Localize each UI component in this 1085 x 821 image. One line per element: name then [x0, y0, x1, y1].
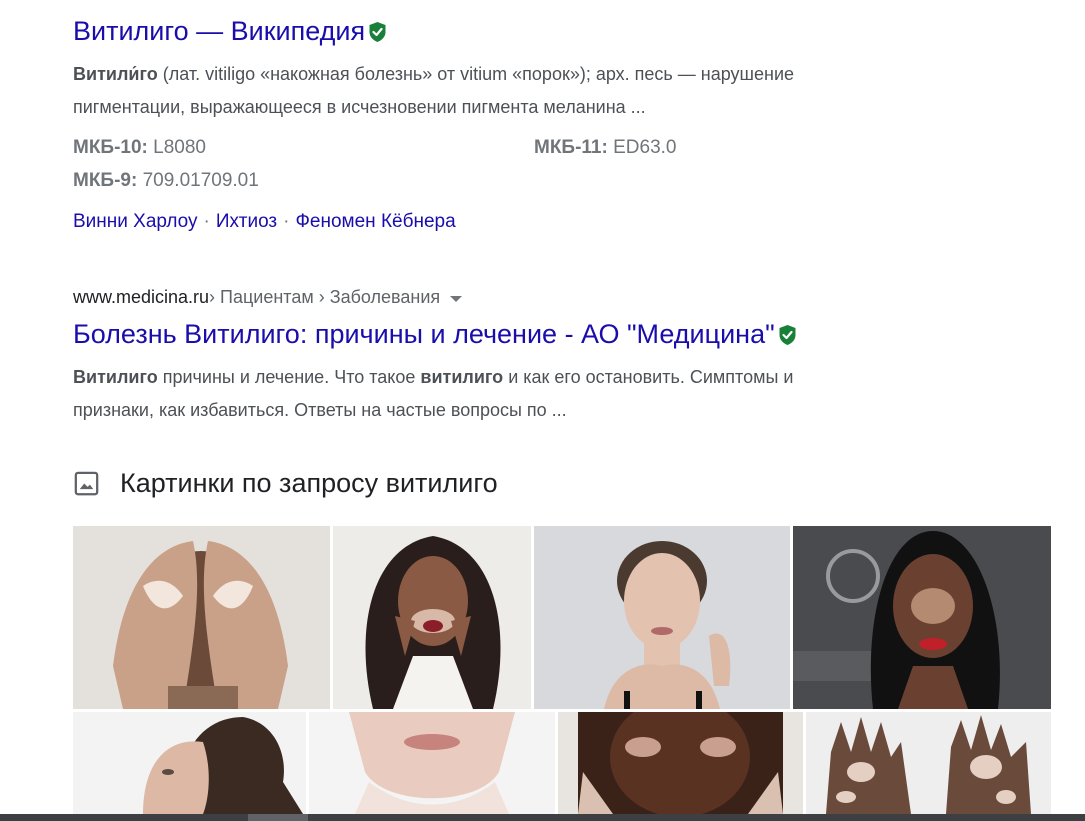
image-thumbnail [793, 526, 1051, 709]
verified-shield-icon [779, 324, 796, 345]
fact-value: ED63.0 [607, 137, 677, 158]
image-woman-ponytail[interactable] [73, 712, 306, 814]
image-lips-closeup[interactable] [309, 712, 555, 814]
images-header-text: Картинки по запросу витилиго [120, 468, 498, 498]
wiki-result-title[interactable]: Витилиго — Википедия [73, 16, 388, 47]
medicina-result-title[interactable]: Болезнь Витилиго: причины и лечение - АО… [73, 319, 798, 350]
fact-value: L8080 [147, 137, 206, 158]
breadcrumb-domain: www.medicina.ru [73, 287, 210, 307]
image-thumbnail [333, 526, 531, 709]
breadcrumb-path: › Пациентам › Заболевания [209, 287, 441, 307]
image-hands-over-face[interactable] [73, 526, 330, 709]
fact-icd9: МКБ-9: 709.01709.01 [73, 170, 259, 192]
snippet-bold-term: Витили́го [73, 64, 158, 84]
medicina-title-text: Болезнь Витилиго: причины и лечение - АО… [73, 319, 775, 349]
image-woman-dark-hair[interactable] [333, 526, 531, 709]
fact-label: МКБ-10: [73, 137, 148, 158]
sitelink-separator: · [203, 211, 210, 232]
scrollbar-thumb[interactable] [248, 814, 308, 821]
image-icon [74, 471, 99, 496]
image-thumbnail [309, 712, 555, 814]
medicina-snippet: Витилиго причины и лечение. Что такое ви… [73, 361, 1063, 427]
horizontal-scrollbar[interactable] [0, 814, 1085, 821]
image-thumbnail [806, 712, 1051, 814]
image-hands-spots[interactable] [806, 712, 1051, 814]
fact-value: 709.01709.01 [137, 170, 259, 191]
wiki-snippet: Витили́го (лат. vitiligo «накожная болез… [73, 58, 1063, 124]
image-woman-festival[interactable] [793, 526, 1051, 709]
snippet-text: и как его остановить. Симптомы и [503, 367, 794, 387]
images-header[interactable]: Картинки по запросу витилиго [73, 468, 498, 499]
image-woman-short-hair[interactable] [534, 526, 790, 709]
snippet-bold-term: витилиго [420, 367, 504, 387]
chevron-down-icon[interactable] [450, 295, 463, 302]
snippet-line2: пигментации, выражающееся в исчезновении… [73, 97, 646, 117]
snippet-line2: признаки, как избавиться. Ответы на част… [73, 400, 567, 420]
snippet-text: причины и лечение. Что такое [157, 367, 421, 387]
image-thumbnail [558, 712, 803, 814]
image-thumbnail [534, 526, 790, 709]
snippet-line1: (лат. vitiligo «накожная болезнь» от vit… [157, 64, 795, 84]
fact-label: МКБ-11: [534, 137, 608, 158]
wiki-sitelinks: Винни Харлоу · Ихтиоз · Феномен Кёбнера [73, 211, 456, 233]
fact-icd11: МКБ-11: ED63.0 [534, 137, 676, 159]
sitelink-ichthyosis[interactable]: Ихтиоз [216, 211, 277, 232]
sitelink-koebner[interactable]: Феномен Кёбнера [295, 211, 455, 232]
image-thumbnail [73, 526, 330, 709]
image-thumbnail [73, 712, 306, 814]
verified-shield-icon [369, 21, 386, 42]
fact-label: МКБ-9: [73, 170, 138, 191]
image-face-hands[interactable] [558, 712, 803, 814]
snippet-bold-term: Витилиго [73, 367, 158, 387]
wiki-title-text: Витилиго — Википедия [73, 16, 366, 46]
medicina-breadcrumb: www.medicina.ru › Пациентам › Заболевани… [73, 287, 463, 308]
sitelink-winnie-harlow[interactable]: Винни Харлоу [73, 211, 197, 232]
fact-icd10: МКБ-10: L8080 [73, 137, 206, 159]
sitelink-separator: · [283, 211, 290, 232]
